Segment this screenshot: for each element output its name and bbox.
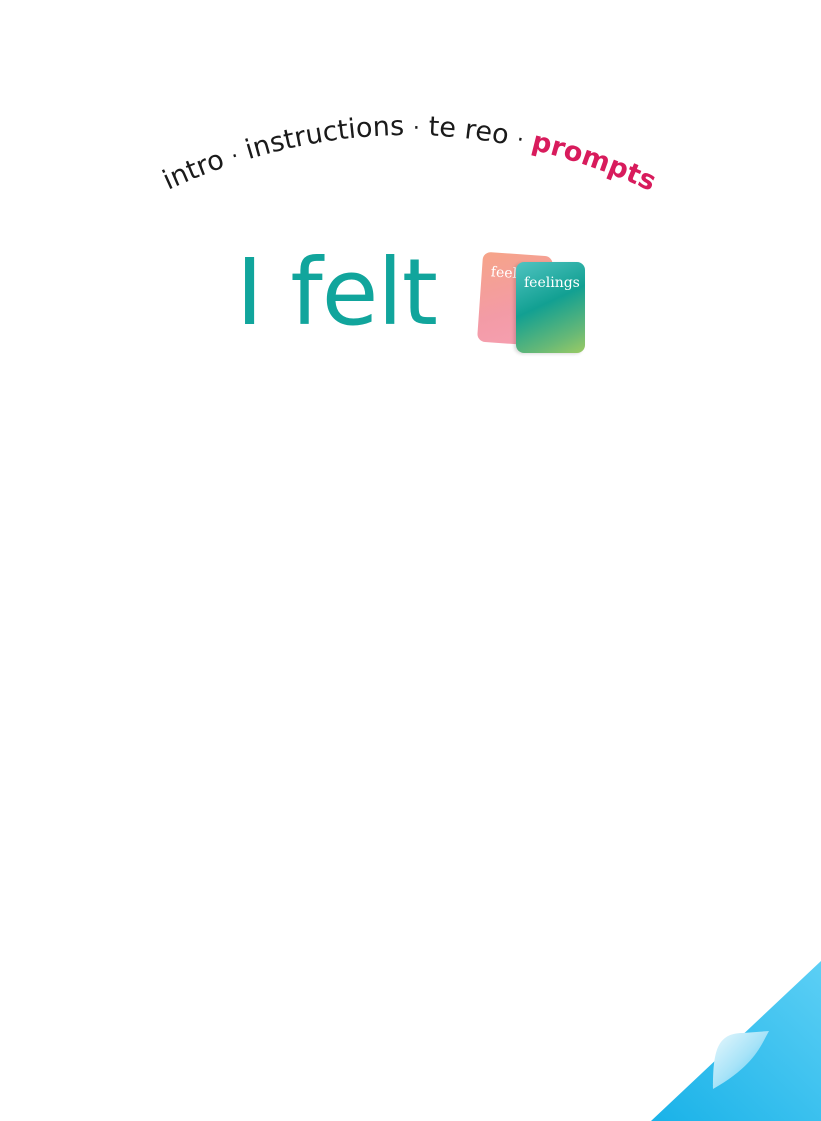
nav-item-intro[interactable]: intro [158,144,228,196]
card-front-label: feelings [524,275,580,291]
prompt-heading: I felt [236,239,438,346]
section-nav: intro · instructions · te reo · prompts [158,111,661,198]
nav-item-prompts[interactable]: prompts [529,126,661,198]
page-turn-corner-icon[interactable] [651,961,821,1121]
nav-item-instructions[interactable]: instructions [242,111,405,166]
feelings-card-front[interactable]: feelings [516,262,585,353]
nav-item-te-reo[interactable]: te reo [428,111,511,151]
card-back-label: feel [490,264,518,283]
nav-separator: · [228,144,242,170]
nav-separator: · [514,127,526,153]
nav-separator: · [413,116,420,141]
section-nav-text: intro · instructions · te reo · prompts [158,111,661,198]
